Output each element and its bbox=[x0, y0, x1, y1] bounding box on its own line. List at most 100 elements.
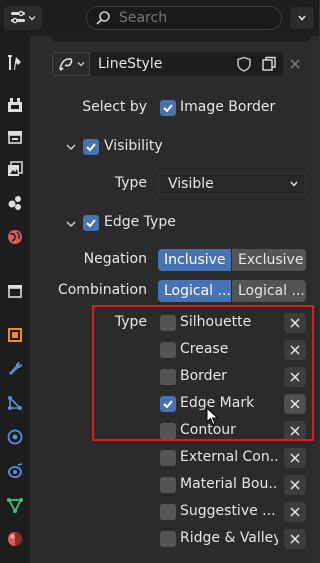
constraints-icon bbox=[8, 463, 23, 478]
edge-item-label[interactable]: Ridge & Valley bbox=[180, 530, 278, 546]
chevron-down-icon bbox=[290, 181, 298, 187]
tab-render[interactable] bbox=[0, 90, 30, 120]
tab-object[interactable] bbox=[0, 320, 30, 350]
search-input[interactable]: Search bbox=[86, 6, 282, 30]
tab-particles[interactable] bbox=[0, 388, 30, 418]
exclude-toggle-button[interactable] bbox=[284, 340, 306, 360]
exclude-toggle-button[interactable] bbox=[284, 367, 306, 387]
tab-scene[interactable] bbox=[0, 188, 30, 218]
edge-item-checkbox[interactable] bbox=[160, 531, 176, 547]
combination-label: Combination bbox=[57, 282, 147, 298]
tab-modifier[interactable] bbox=[0, 354, 30, 384]
properties-header: Search bbox=[0, 0, 319, 36]
edge-item-checkbox[interactable] bbox=[160, 342, 176, 358]
negation-inclusive-button[interactable]: Inclusive bbox=[158, 249, 231, 271]
exclude-toggle-button[interactable] bbox=[284, 448, 306, 468]
edge-item-label[interactable]: Material Bou... bbox=[180, 476, 278, 492]
object-icon bbox=[8, 328, 22, 342]
exclude-toggle-button[interactable] bbox=[284, 475, 306, 495]
properties-editor-icon bbox=[11, 10, 25, 24]
search-placeholder: Search bbox=[119, 10, 168, 26]
edge-item-label[interactable]: Crease bbox=[180, 341, 278, 357]
editor-type-button[interactable] bbox=[4, 6, 42, 30]
visibility-type-select[interactable]: Visible bbox=[158, 173, 306, 195]
combination-logical-and-button[interactable]: Logical ... bbox=[232, 280, 306, 302]
image-border-checkbox[interactable] bbox=[160, 100, 176, 116]
linestyle-selector: LineStyle bbox=[52, 52, 308, 76]
visibility-checkbox[interactable] bbox=[83, 139, 99, 155]
edge-item-label[interactable]: Silhouette bbox=[180, 314, 278, 330]
negation-exclusive-button[interactable]: Exclusive bbox=[232, 249, 306, 271]
edge-item-checkbox[interactable] bbox=[160, 504, 176, 520]
fake-user-button[interactable] bbox=[232, 52, 256, 76]
world-icon bbox=[8, 230, 22, 244]
tab-physics[interactable] bbox=[0, 422, 30, 452]
visibility-label[interactable]: Visibility bbox=[104, 138, 163, 154]
close-icon bbox=[290, 399, 300, 409]
edge-item-checkbox[interactable] bbox=[160, 369, 176, 385]
chevron-down-icon[interactable] bbox=[65, 218, 77, 230]
checkmark-icon bbox=[163, 104, 173, 113]
tab-material[interactable] bbox=[0, 524, 30, 554]
scene-icon bbox=[8, 196, 21, 210]
exclude-toggle-button[interactable] bbox=[284, 394, 306, 414]
exclude-toggle-button[interactable] bbox=[284, 421, 306, 441]
close-icon bbox=[290, 318, 300, 328]
particles-icon bbox=[8, 396, 22, 410]
close-icon bbox=[290, 534, 300, 544]
tab-tool[interactable] bbox=[0, 48, 30, 78]
tab-data[interactable] bbox=[0, 490, 30, 520]
edge-item-checkbox[interactable] bbox=[160, 477, 176, 493]
combination-logical-or-button[interactable]: Logical ... bbox=[158, 280, 231, 302]
render-icon bbox=[8, 98, 22, 112]
close-icon bbox=[290, 59, 300, 69]
tab-view-layer[interactable] bbox=[0, 154, 30, 184]
shield-icon bbox=[237, 56, 251, 72]
edge-item-label[interactable]: Suggestive ... bbox=[180, 503, 278, 519]
linestyle-icon bbox=[58, 58, 72, 71]
checkmark-icon bbox=[86, 143, 96, 152]
negation-label: Negation bbox=[83, 251, 147, 267]
output-icon bbox=[8, 131, 22, 144]
unlink-button[interactable] bbox=[283, 52, 307, 76]
tab-constraints[interactable] bbox=[0, 456, 30, 486]
linestyle-browse-button[interactable] bbox=[52, 52, 90, 76]
close-icon bbox=[290, 507, 300, 517]
select-by-label: Select by bbox=[82, 99, 147, 115]
exclude-toggle-button[interactable] bbox=[284, 313, 306, 333]
copy-icon bbox=[262, 56, 276, 71]
edge-item-label[interactable]: Edge Mark bbox=[180, 395, 278, 411]
chevron-down-icon[interactable] bbox=[65, 141, 77, 153]
edge-item-label[interactable]: Border bbox=[180, 368, 278, 384]
options-dropdown-button[interactable] bbox=[290, 7, 314, 29]
tool-icon bbox=[8, 55, 21, 70]
exclude-toggle-button[interactable] bbox=[284, 502, 306, 522]
view-layer-icon bbox=[8, 161, 23, 176]
visibility-type-label: Type bbox=[114, 175, 147, 191]
chevron-down-icon bbox=[77, 62, 84, 67]
image-border-label[interactable]: Image Border bbox=[180, 99, 275, 115]
collection-icon bbox=[8, 285, 22, 298]
edge-item-label[interactable]: External Con... bbox=[180, 449, 278, 465]
edge-item-checkbox[interactable] bbox=[160, 450, 176, 466]
checkmark-icon bbox=[163, 400, 173, 409]
edge-item-label[interactable]: Contour bbox=[180, 422, 278, 438]
tab-world[interactable] bbox=[0, 222, 30, 252]
tab-output[interactable] bbox=[0, 122, 30, 152]
edge-item-checkbox[interactable] bbox=[160, 315, 176, 331]
exclude-toggle-button[interactable] bbox=[284, 529, 306, 549]
duplicate-button[interactable] bbox=[257, 52, 281, 76]
edge-item-checkbox[interactable] bbox=[160, 396, 176, 412]
properties-tabs bbox=[0, 36, 30, 563]
material-icon bbox=[8, 532, 22, 546]
close-icon bbox=[290, 372, 300, 382]
edge-type-checkbox[interactable] bbox=[83, 215, 99, 231]
close-icon bbox=[290, 345, 300, 355]
tab-collection[interactable] bbox=[0, 276, 30, 306]
chevron-down-icon bbox=[298, 15, 306, 21]
chevron-down-icon bbox=[28, 16, 36, 21]
edge-item-checkbox[interactable] bbox=[160, 423, 176, 439]
modifier-icon bbox=[9, 362, 22, 375]
edge-type-label[interactable]: Edge Type bbox=[104, 214, 176, 230]
data-icon bbox=[7, 498, 23, 513]
